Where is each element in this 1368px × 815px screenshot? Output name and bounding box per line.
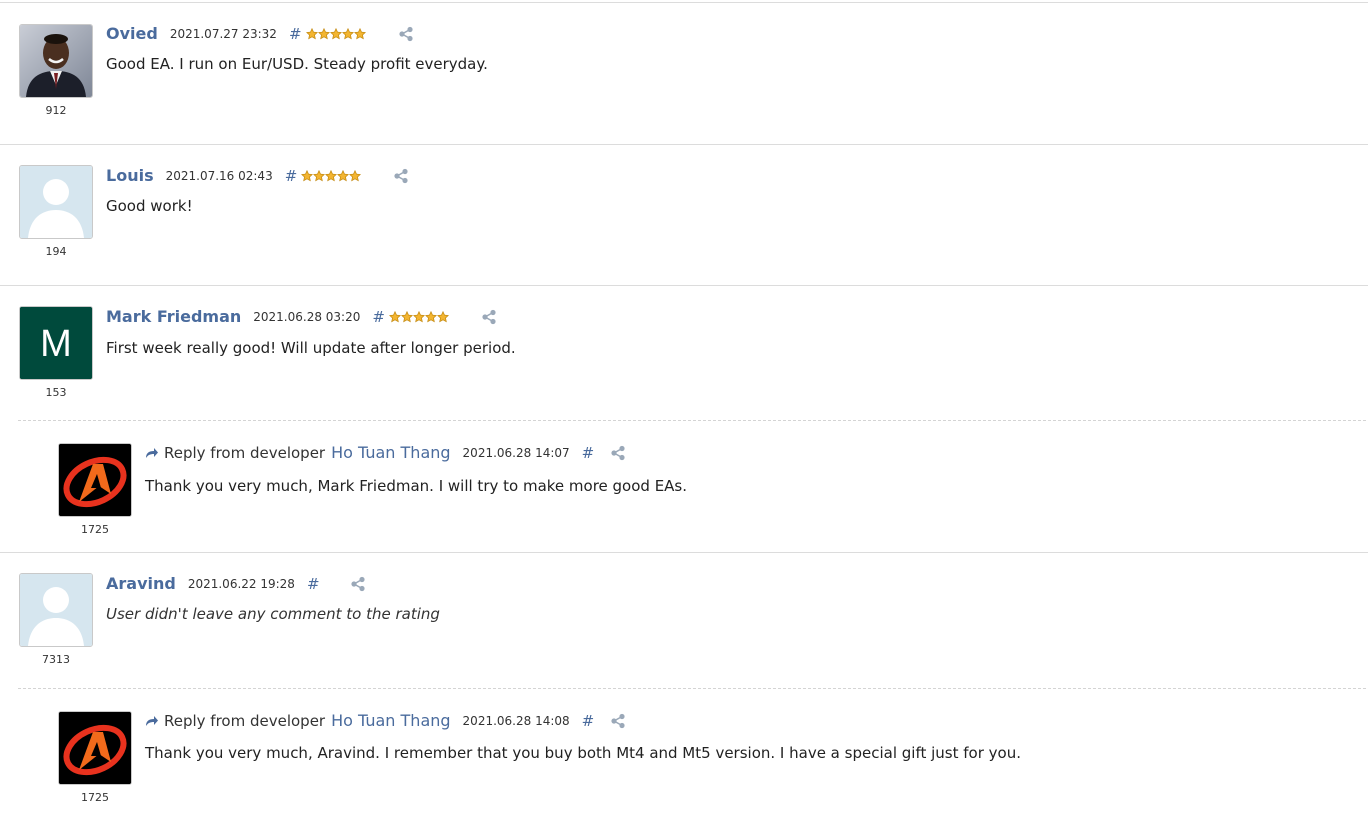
review-text: Good work! (106, 197, 193, 215)
author-rating: 7313 (42, 653, 70, 666)
developer-logo-icon (59, 712, 131, 784)
star-icon (329, 27, 342, 39)
star-icon (337, 169, 350, 181)
reply-permalink[interactable]: # (582, 712, 595, 730)
avatar-block: 194 (19, 165, 93, 258)
share-icon[interactable] (350, 576, 366, 592)
review-item: 7313 Aravind 2021.06.22 19:28 # User did… (0, 553, 1368, 815)
author-rating: 912 (45, 104, 67, 117)
permalink[interactable]: # (372, 308, 385, 326)
avatar[interactable]: M (19, 306, 93, 380)
star-rating (301, 169, 362, 182)
review-item: 194 Louis 2021.07.16 02:43 # Good work! (0, 145, 1368, 286)
review-date: 2021.06.22 19:28 (187, 576, 295, 591)
review-header: Louis 2021.07.16 02:43 # (106, 166, 409, 185)
developer-name[interactable]: Ho Tuan Thang (331, 443, 450, 462)
permalink[interactable]: # (307, 575, 320, 593)
avatar-letter: M (40, 323, 72, 365)
reply-label: Reply from developer (164, 443, 326, 462)
star-icon (353, 27, 366, 39)
review-text: First week really good! Will update afte… (106, 339, 516, 357)
letter-avatar-icon: M (20, 307, 92, 379)
reply-prefix: Reply from developer (145, 444, 331, 462)
review-item: 912 Ovied 2021.07.27 23:32 # Good EA. I … (0, 3, 1368, 145)
star-icon (325, 169, 338, 181)
review-header: Aravind 2021.06.22 19:28 # (106, 574, 366, 593)
star-icon (388, 310, 401, 322)
placeholder-avatar-icon (20, 574, 92, 646)
share-icon[interactable] (398, 26, 414, 42)
developer-name[interactable]: Ho Tuan Thang (331, 711, 450, 730)
avatar[interactable] (19, 24, 93, 98)
reply-text: Thank you very much, Aravind. I remember… (145, 744, 1021, 762)
share-icon[interactable] (610, 445, 626, 461)
developer-avatar[interactable] (58, 443, 132, 517)
star-icon (313, 169, 326, 181)
reply-permalink[interactable]: # (582, 444, 595, 462)
author-rating: 153 (45, 386, 67, 399)
star-rating (388, 310, 449, 323)
reply-header: Reply from developer Ho Tuan Thang 2021.… (145, 443, 626, 462)
developer-logo-icon (59, 444, 131, 516)
author-name[interactable]: Mark Friedman (106, 307, 241, 326)
photo-avatar-icon (20, 25, 92, 97)
star-icon (436, 310, 449, 322)
share-icon[interactable] (481, 309, 497, 325)
star-icon (317, 27, 330, 39)
reply-header: Reply from developer Ho Tuan Thang 2021.… (145, 711, 626, 730)
star-icon (305, 27, 318, 39)
permalink[interactable]: # (285, 167, 298, 185)
reply-date: 2021.06.28 14:08 (462, 713, 570, 728)
review-text: User didn't leave any comment to the rat… (106, 605, 440, 623)
reply-label: Reply from developer (164, 711, 326, 730)
author-name[interactable]: Aravind (106, 574, 176, 593)
reply-divider (18, 688, 1366, 689)
author-rating: 194 (45, 245, 67, 258)
reviews-page: 912 Ovied 2021.07.27 23:32 # Good EA. I … (0, 0, 1368, 815)
star-icon (412, 310, 425, 322)
author-name[interactable]: Louis (106, 166, 154, 185)
reply-text: Thank you very much, Mark Friedman. I wi… (145, 477, 688, 495)
reply-divider (18, 420, 1366, 421)
avatar-block: 7313 (19, 573, 93, 666)
reply-prefix: Reply from developer (145, 712, 331, 730)
share-icon[interactable] (610, 713, 626, 729)
avatar-block: M 153 (19, 306, 93, 399)
reply-avatar-block: 1725 (58, 711, 132, 804)
reply-arrow-icon (145, 447, 159, 459)
permalink[interactable]: # (289, 25, 302, 43)
review-header: Ovied 2021.07.27 23:32 # (106, 24, 414, 43)
review-date: 2021.07.27 23:32 (169, 26, 277, 41)
share-icon[interactable] (393, 168, 409, 184)
star-icon (301, 169, 314, 181)
review-date: 2021.07.16 02:43 (165, 168, 273, 183)
star-icon (341, 27, 354, 39)
avatar[interactable] (19, 573, 93, 647)
review-item: M 153 Mark Friedman 2021.06.28 03:20 # F… (0, 286, 1368, 553)
avatar[interactable] (19, 165, 93, 239)
reply-date: 2021.06.28 14:07 (462, 445, 570, 460)
reply-arrow-icon (145, 715, 159, 727)
review-date: 2021.06.28 03:20 (253, 309, 361, 324)
placeholder-avatar-icon (20, 166, 92, 238)
reply-avatar-block: 1725 (58, 443, 132, 536)
star-icon (400, 310, 413, 322)
developer-avatar[interactable] (58, 711, 132, 785)
star-icon (349, 169, 362, 181)
star-rating (305, 27, 366, 40)
author-name[interactable]: Ovied (106, 24, 158, 43)
developer-rating: 1725 (81, 791, 109, 804)
review-header: Mark Friedman 2021.06.28 03:20 # (106, 307, 497, 326)
star-icon (424, 310, 437, 322)
developer-rating: 1725 (81, 523, 109, 536)
avatar-block: 912 (19, 24, 93, 117)
review-text: Good EA. I run on Eur/USD. Steady profit… (106, 55, 488, 73)
